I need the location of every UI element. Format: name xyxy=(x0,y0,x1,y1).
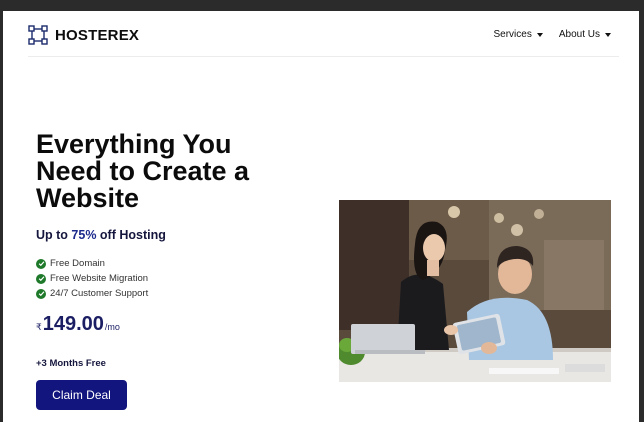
caret-down-icon xyxy=(536,32,543,37)
feature-text: Free Domain xyxy=(50,258,105,269)
claim-deal-button[interactable]: Claim Deal xyxy=(36,380,127,410)
hero-title: Everything You Need to Create a Website xyxy=(36,131,286,212)
header: HOSTEREX Services About Us xyxy=(3,11,639,57)
feature-text: Free Website Migration xyxy=(50,273,149,284)
caret-down-icon xyxy=(605,32,611,37)
nav-services[interactable]: Services xyxy=(494,29,543,40)
price-currency: ₹ xyxy=(36,322,42,332)
frame-corners-icon xyxy=(28,25,48,45)
subhead-prefix: Up to xyxy=(36,228,72,242)
feature-item: Free Domain xyxy=(36,256,148,271)
discount-subhead: Up to 75% off Hosting xyxy=(36,228,166,242)
hero-photo xyxy=(339,200,611,382)
page: HOSTEREX Services About Us Everything Yo… xyxy=(3,11,639,422)
header-divider xyxy=(28,56,619,57)
feature-text: 24/7 Customer Support xyxy=(50,288,149,299)
hero-title-line-3: Website xyxy=(36,183,140,213)
logo[interactable]: HOSTEREX xyxy=(28,25,139,45)
feature-list: Free Domain Free Website Migration 24/7 … xyxy=(36,256,148,301)
feature-item: 24/7 Customer Support xyxy=(36,286,148,301)
bonus-text: +3 Months Free xyxy=(36,358,106,369)
price-amount: 149.00 xyxy=(42,313,104,335)
brand-name: HOSTEREX xyxy=(55,26,140,44)
price-period: /mo xyxy=(104,322,120,332)
check-circle-icon xyxy=(36,273,46,284)
nav-about-label: About Us xyxy=(558,29,600,40)
hero-title-line-1: Everything You xyxy=(36,129,232,159)
feature-item: Free Website Migration xyxy=(36,271,148,286)
nav-services-label: Services xyxy=(493,29,532,40)
check-circle-icon xyxy=(36,288,46,299)
two-people-with-tablet-photo xyxy=(339,200,611,382)
price: ₹ 149.00 /mo xyxy=(36,313,120,336)
hero-title-line-2: Need to Create a xyxy=(36,156,250,186)
nav-about-us[interactable]: About Us xyxy=(559,29,611,40)
check-circle-icon xyxy=(36,258,46,269)
discount-percent: 75% xyxy=(71,228,97,242)
main-nav: Services About Us xyxy=(494,29,611,40)
subhead-suffix: off Hosting xyxy=(96,228,166,242)
